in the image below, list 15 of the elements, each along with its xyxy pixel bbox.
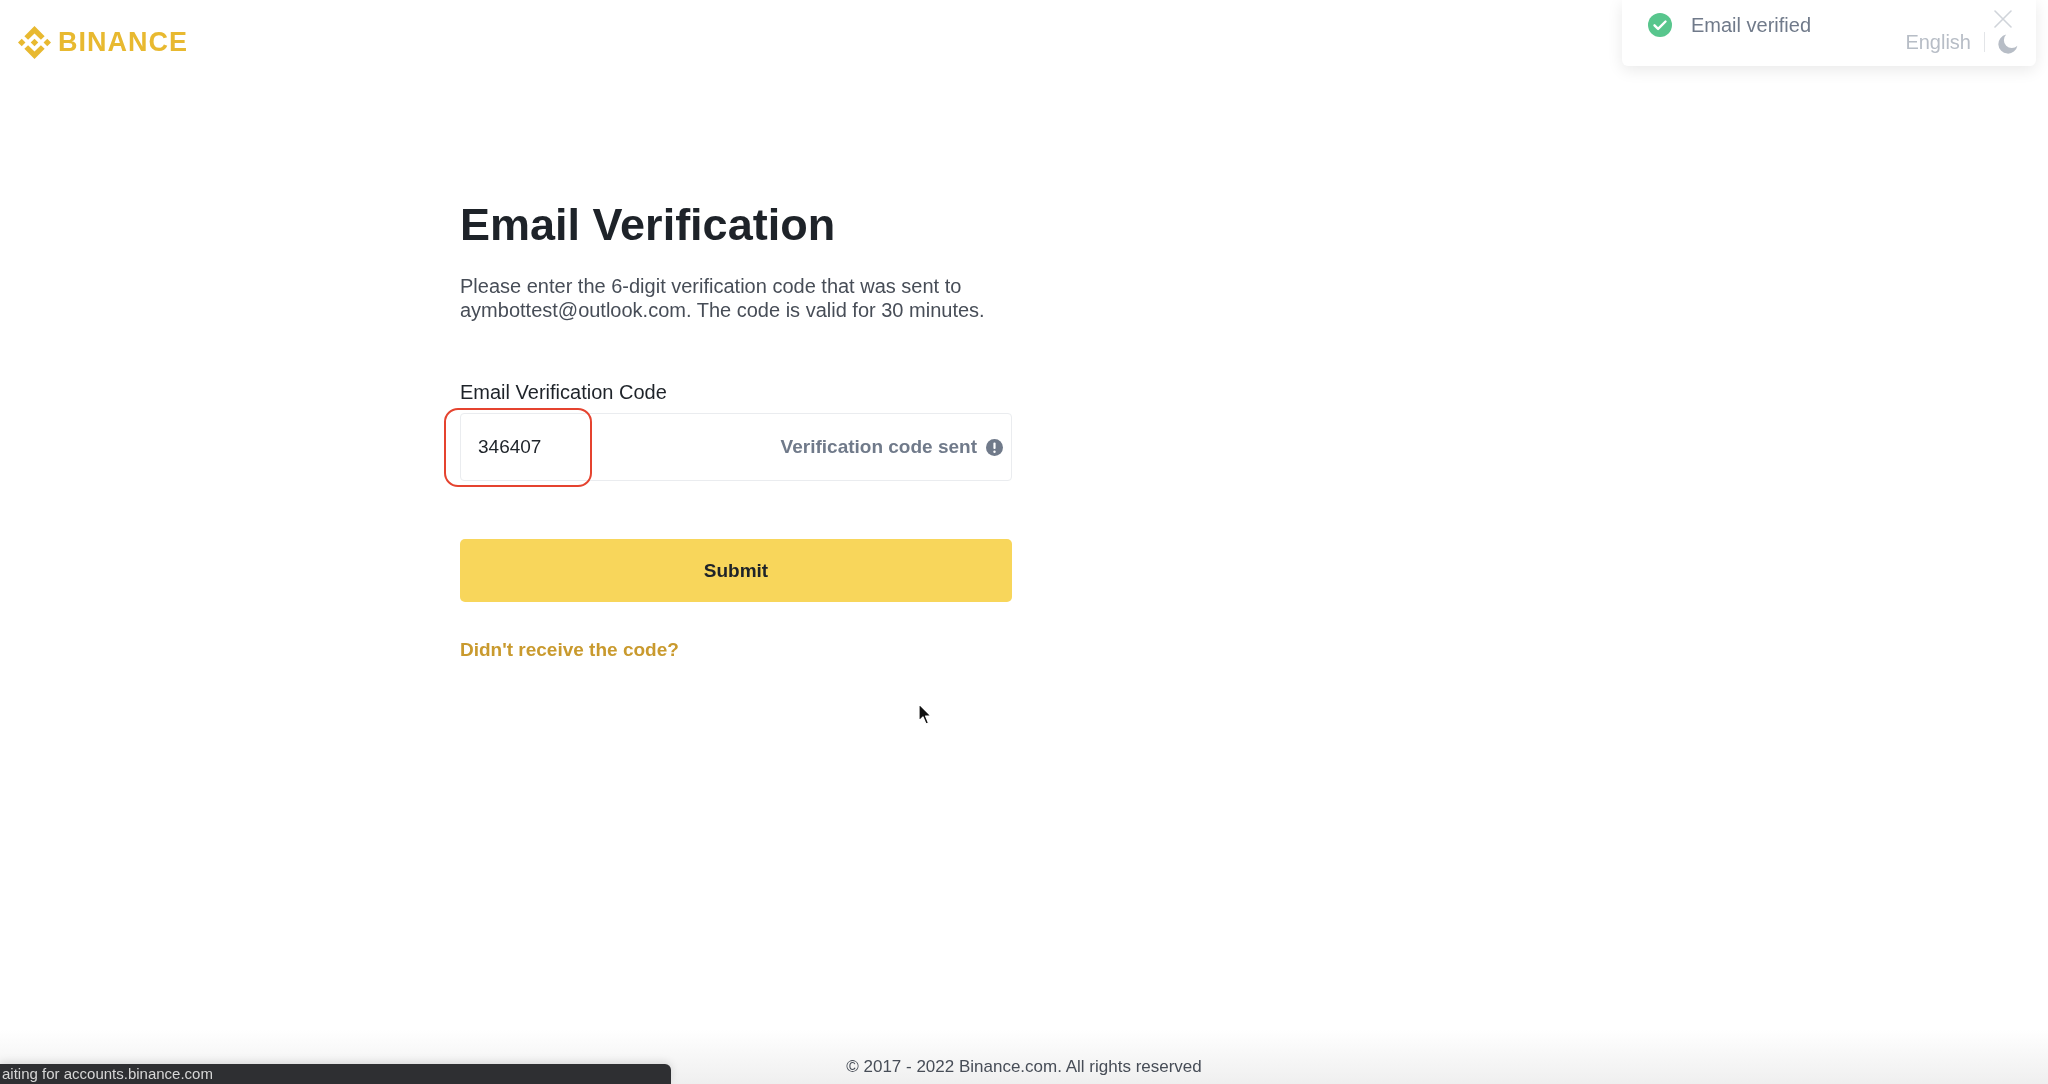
browser-status-bar: aiting for accounts.binance.com bbox=[0, 1064, 671, 1084]
diamond-logo-icon bbox=[18, 25, 51, 59]
page-title: Email Verification bbox=[460, 198, 837, 251]
submit-button[interactable]: Submit bbox=[460, 539, 1012, 602]
field-label: Email Verification Code bbox=[460, 380, 668, 404]
info-icon bbox=[986, 438, 1003, 456]
moon-icon[interactable] bbox=[1998, 34, 2018, 54]
copyright-text: © 2017 - 2022 Binance.com. All rights reserved bbox=[846, 1057, 1202, 1076]
code-input-field[interactable]: 346407 Verification code sent bbox=[460, 413, 1012, 481]
toast-message: Email verified bbox=[1691, 13, 1813, 37]
close-icon[interactable] bbox=[1994, 10, 2012, 28]
logo-text: BINANCE bbox=[58, 26, 188, 58]
mouse-cursor-icon bbox=[918, 703, 932, 725]
instructions-text: Please enter the 6-digit verification code that was sent to aymbottest@outlook.com. The code is valid for 30 minutes. bbox=[460, 274, 986, 322]
code-sent-status: Verification code sent bbox=[780, 436, 977, 458]
